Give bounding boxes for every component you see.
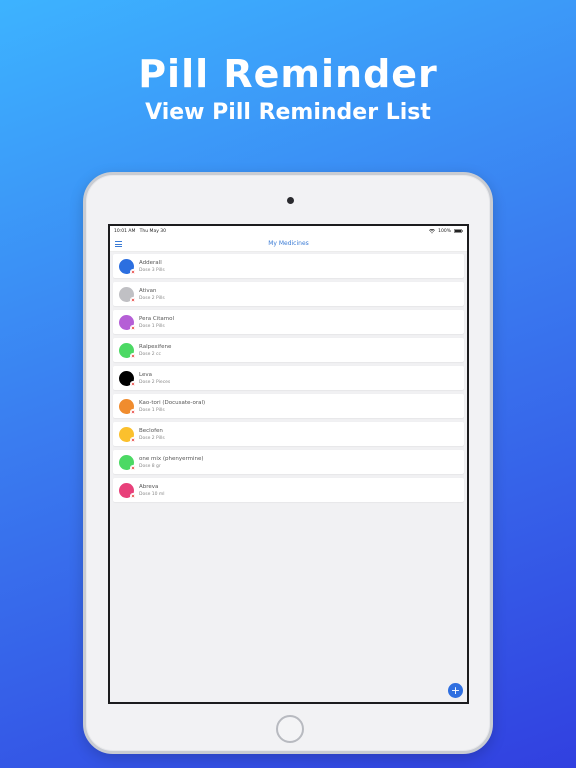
medicine-name: Kao-tori (Docusate-oral) — [139, 399, 206, 406]
medicine-avatar — [119, 482, 136, 499]
page-title: My Medicines — [268, 240, 309, 247]
tablet-frame: 10:01 AM Thu May 30 100% My Medicines Ad… — [83, 172, 493, 754]
home-button — [276, 715, 304, 743]
medicine-avatar — [119, 426, 136, 443]
alarm-badge-icon — [130, 492, 136, 499]
medicine-dose: Dose 1 Pills — [139, 323, 165, 329]
medicine-name: Beclofen — [139, 427, 163, 434]
medicine-dose: Dose 1 Pills — [139, 407, 165, 413]
list-item[interactable]: Pera Citamol Dose 1 Pills — [113, 310, 464, 334]
medicine-name: Ralpexifene — [139, 343, 172, 350]
marketing-subtitle: View Pill Reminder List — [145, 100, 431, 125]
alarm-badge-icon — [130, 380, 136, 387]
status-left: 10:01 AM Thu May 30 — [114, 229, 166, 234]
medicine-name: one mix (phenyermine) — [139, 455, 204, 462]
list-item[interactable]: Ralpexifene Dose 2 cc — [113, 338, 464, 362]
medicine-avatar — [119, 342, 136, 359]
marketing-title: Pill Reminder — [138, 52, 438, 96]
alarm-badge-icon — [130, 408, 136, 415]
nav-bar: My Medicines — [110, 236, 467, 252]
hamburger-icon[interactable] — [115, 241, 122, 247]
medicine-dose: Dose 2 cc — [139, 351, 162, 357]
medicine-avatar — [119, 314, 136, 331]
medicine-avatar — [119, 454, 136, 471]
medicine-name: Adderall — [139, 259, 162, 266]
battery-percent: 100% — [438, 228, 451, 234]
list-item[interactable]: Abreva Dose 10 ml — [113, 478, 464, 502]
alarm-badge-icon — [130, 436, 136, 443]
medicine-dose: Dose 2 Pills — [139, 295, 165, 301]
status-right: 100% — [429, 229, 463, 234]
medicine-dose: Dose 2 Pieces — [139, 379, 171, 385]
list-item[interactable]: Adderall Dose 3 Pills — [113, 254, 464, 278]
medicine-avatar — [119, 286, 136, 303]
medicine-text: Beclofen Dose 2 Pills — [139, 428, 165, 441]
medicine-avatar — [119, 370, 136, 387]
medicine-text: Pera Citamol Dose 1 Pills — [139, 316, 174, 329]
alarm-badge-icon — [130, 268, 136, 275]
status-time: 10:01 AM — [114, 228, 136, 234]
medicine-text: one mix (phenyermine) Dose 8 gr — [139, 456, 204, 469]
app-screen: 10:01 AM Thu May 30 100% My Medicines Ad… — [108, 224, 469, 704]
battery-icon — [454, 229, 463, 233]
medicine-text: Ativan Dose 2 Pills — [139, 288, 165, 301]
status-bar: 10:01 AM Thu May 30 100% — [110, 226, 467, 236]
medicine-name: Abreva — [139, 483, 159, 490]
status-date: Thu May 30 — [139, 228, 167, 234]
list-item[interactable]: Beclofen Dose 2 Pills — [113, 422, 464, 446]
alarm-badge-icon — [130, 324, 136, 331]
list-item[interactable]: one mix (phenyermine) Dose 8 gr — [113, 450, 464, 474]
medicine-dose: Dose 10 ml — [139, 491, 165, 497]
add-medicine-button[interactable]: + — [448, 683, 463, 698]
medicine-dose: Dose 8 gr — [139, 463, 161, 469]
medicine-text: Adderall Dose 3 Pills — [139, 260, 165, 273]
medicine-name: Pera Citamol — [139, 315, 175, 322]
medicine-name: Ativan — [139, 287, 157, 294]
medicine-dose: Dose 3 Pills — [139, 267, 165, 273]
medicine-dose: Dose 2 Pills — [139, 435, 165, 441]
camera-icon — [287, 197, 294, 204]
medicine-avatar — [119, 398, 136, 415]
medicine-avatar — [119, 258, 136, 275]
medicine-name: Leva — [139, 371, 152, 378]
alarm-badge-icon — [130, 296, 136, 303]
list-item[interactable]: Leva Dose 2 Pieces — [113, 366, 464, 390]
medicine-text: Leva Dose 2 Pieces — [139, 372, 170, 385]
wifi-icon — [429, 228, 436, 233]
list-item[interactable]: Kao-tori (Docusate-oral) Dose 1 Pills — [113, 394, 464, 418]
medicine-list: Adderall Dose 3 Pills Ativan Dose 2 Pills Pe… — [110, 252, 467, 702]
medicine-text: Ralpexifene Dose 2 cc — [139, 344, 171, 357]
alarm-badge-icon — [130, 464, 136, 471]
medicine-text: Kao-tori (Docusate-oral) Dose 1 Pills — [139, 400, 205, 413]
alarm-badge-icon — [130, 352, 136, 359]
medicine-text: Abreva Dose 10 ml — [139, 484, 165, 497]
list-item[interactable]: Ativan Dose 2 Pills — [113, 282, 464, 306]
